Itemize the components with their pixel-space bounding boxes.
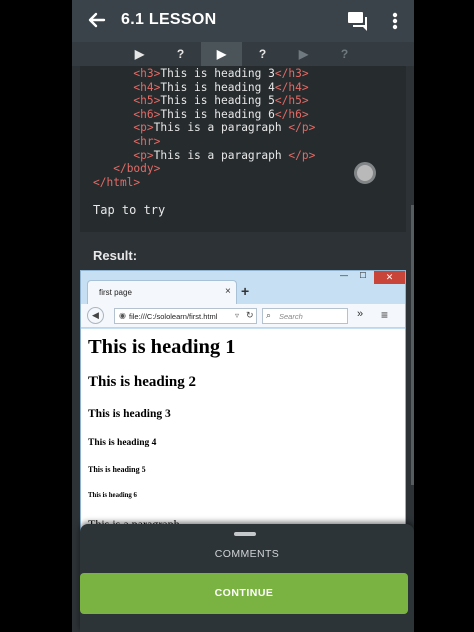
result-heading: Result: [93, 248, 138, 263]
code-open-tag: </body> [113, 162, 161, 176]
code-text: This is heading 5 [160, 94, 275, 108]
code-open-tag: </html> [93, 175, 141, 189]
comments-button[interactable]: COMMENTS [80, 548, 414, 560]
more-vertical-icon[interactable] [387, 10, 403, 32]
code-text: This is heading 3 [160, 67, 275, 80]
address-text: file:///C:/sololearn/first.html [129, 312, 218, 321]
tab-title: first page [99, 288, 132, 297]
page-title: 6.1 LESSON [121, 11, 217, 28]
play-step-5: ▶ [298, 47, 309, 61]
heading-2: This is heading 2 [88, 374, 196, 390]
code-close-tag: </h6> [274, 107, 309, 121]
maximize-icon: ☐ [359, 271, 367, 280]
code-line: <p>This is a paragraph </p> [93, 149, 406, 163]
globe-icon: ◉ [119, 311, 126, 320]
play-step-3[interactable]: ▶ [201, 42, 242, 66]
quiz-step-6: ? [340, 47, 349, 61]
code-open-tag: <h6> [133, 107, 161, 121]
code-open-tag: <h5> [133, 94, 161, 108]
browser-screenshot: first page × + — ☐ ✕ ◀ ◉ file:///C:/solo… [80, 270, 406, 532]
quiz-step-2[interactable]: ? [160, 42, 201, 66]
code-editor[interactable]: <h3>This is heading 3</h3> <h4>This is h… [80, 66, 406, 232]
reload-icon: ↻ [246, 310, 254, 320]
code-open-tag: <h3> [133, 67, 161, 80]
code-line: <h3>This is heading 3</h3> [93, 67, 406, 81]
play-step-1[interactable]: ▶ [119, 42, 160, 66]
heading-4: This is heading 4 [88, 438, 157, 448]
heading-3: This is heading 3 [88, 408, 171, 420]
code-line: <hr> [93, 135, 406, 149]
drag-handle[interactable] [234, 532, 256, 536]
code-text: This is heading 4 [160, 80, 275, 94]
minimize-icon: — [340, 271, 348, 280]
scrollbar[interactable] [411, 205, 414, 485]
code-line: <h5>This is heading 5</h5> [93, 94, 406, 108]
hamburger-icon: ≡ [381, 308, 389, 322]
arrow-left-icon[interactable] [86, 9, 108, 31]
touch-indicator [354, 162, 376, 184]
code-text: This is a paragraph [153, 148, 289, 162]
chevron-down-icon: ▿ [235, 311, 240, 320]
tap-to-try-label[interactable]: Tap to try [93, 203, 165, 217]
code-close-tag: </h3> [274, 67, 309, 80]
code-open-tag: <p> [133, 121, 154, 135]
code-line: <p>This is a paragraph </p> [93, 121, 406, 135]
heading-6: This is heading 6 [88, 492, 137, 499]
lesson-step-bar: ▶? ▶? ▶? [72, 42, 414, 66]
code-close-tag: </h4> [274, 80, 309, 94]
code-open-tag: <h4> [133, 80, 161, 94]
quiz-step-4[interactable]: ? [242, 42, 283, 66]
code-text: This is heading 6 [160, 107, 275, 121]
plus-icon: + [241, 283, 250, 299]
browser-nav-bar: ◀ ◉ file:///C:/sololearn/first.html ▿ ↻ … [81, 304, 405, 328]
code-text: This is a paragraph [153, 121, 289, 135]
comments-icon[interactable] [347, 10, 369, 32]
close-icon: × [225, 286, 231, 297]
phone-screen: 6.1 LESSON ▶? ▶? ▶? <h3>This is heading 3<… [72, 0, 414, 632]
code-close-tag: </p> [288, 121, 316, 135]
address-bar: ◉ file:///C:/sololearn/first.html ▿ ↻ [114, 308, 257, 324]
code-open-tag: <p> [133, 148, 154, 162]
browser-tab: first page × [87, 280, 237, 304]
code-close-tag: </h5> [274, 94, 309, 108]
search-placeholder: Search [279, 312, 303, 321]
app-bar: 6.1 LESSON [72, 0, 414, 42]
heading-1: This is heading 1 [88, 336, 236, 358]
code-line: <h6>This is heading 6</h6> [93, 108, 406, 122]
rendered-page: This is heading 1 This is heading 2 This… [81, 329, 405, 531]
code-close-tag: </p> [288, 148, 316, 162]
search-box: ⌕ Search [262, 308, 348, 324]
continue-button[interactable]: CONTINUE [80, 573, 408, 614]
heading-5: This is heading 5 [88, 465, 146, 474]
bottom-sheet: COMMENTS CONTINUE [80, 524, 414, 632]
overflow-icon: » [357, 308, 364, 320]
code-open-tag: <hr> [133, 134, 161, 148]
code-line: <h4>This is heading 4</h4> [93, 81, 406, 95]
window-close-icon: ✕ [374, 271, 405, 284]
back-arrow-icon: ◀ [87, 307, 104, 324]
search-icon: ⌕ [266, 310, 272, 320]
